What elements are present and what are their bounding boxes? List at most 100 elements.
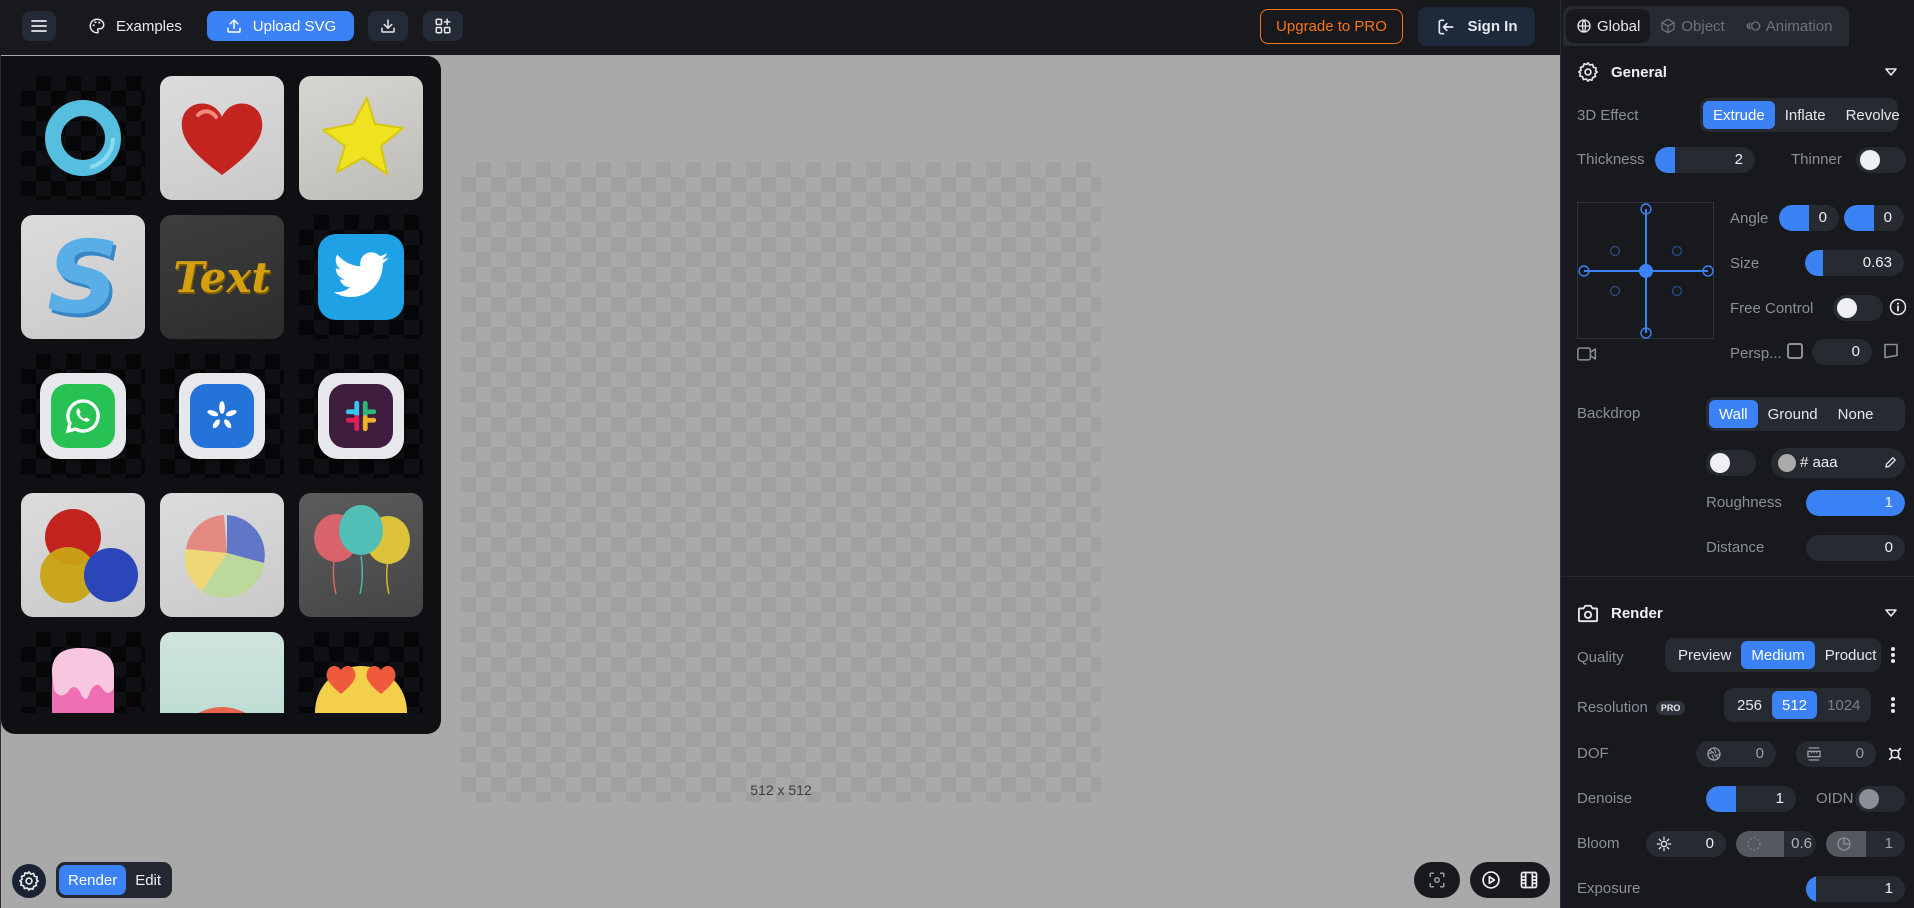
- effect-inflate[interactable]: Inflate: [1775, 101, 1836, 129]
- examples-button[interactable]: Examples: [84, 11, 186, 41]
- upload-svg-button[interactable]: Upload SVG: [207, 11, 354, 41]
- angle-control-pad[interactable]: [1577, 202, 1714, 339]
- color-swatch[interactable]: [1778, 454, 1796, 472]
- download-button[interactable]: [368, 11, 408, 41]
- backdrop-wall[interactable]: Wall: [1709, 400, 1758, 428]
- backdrop-segmented: Wall Ground None: [1706, 397, 1905, 431]
- exposure-slider[interactable]: 1: [1806, 876, 1905, 902]
- effect-revolve[interactable]: Revolve: [1836, 101, 1910, 129]
- top-bar: Examples Upload SVG Upgrade to PRO Sign …: [0, 0, 1560, 55]
- exposure-label: Exposure: [1577, 880, 1641, 897]
- 3d-effect-label: 3D Effect: [1577, 107, 1639, 124]
- denoise-slider[interactable]: 1: [1706, 786, 1796, 812]
- free-control-toggle[interactable]: [1833, 295, 1883, 321]
- bloom-threshold-value: 1: [1884, 835, 1893, 852]
- backdrop-color-field[interactable]: # aaa: [1771, 448, 1905, 478]
- bloom-threshold-slider[interactable]: 1: [1826, 831, 1905, 857]
- bloom-intensity-input[interactable]: 0: [1646, 831, 1726, 857]
- backdrop-toggle[interactable]: [1706, 450, 1756, 476]
- dof-distance-input[interactable]: 0: [1796, 741, 1876, 767]
- upgrade-pro-button[interactable]: Upgrade to PRO: [1260, 9, 1403, 44]
- example-balloons[interactable]: [299, 493, 423, 617]
- film-icon[interactable]: [1519, 870, 1539, 890]
- info-icon[interactable]: [1889, 298, 1907, 316]
- gold-text-glyph: Text: [173, 252, 271, 302]
- denoise-value: 1: [1775, 790, 1784, 807]
- tab-object[interactable]: Object: [1650, 9, 1734, 43]
- menu-button[interactable]: [22, 11, 56, 41]
- backdrop-none[interactable]: None: [1828, 400, 1884, 428]
- example-whatsapp-app[interactable]: [21, 354, 145, 478]
- cube-icon: [1661, 18, 1676, 34]
- example-yelp-app[interactable]: [160, 354, 284, 478]
- more-vertical-icon[interactable]: [1889, 696, 1897, 714]
- angle-pad-graphic: [1578, 203, 1714, 339]
- rainbow-icon: [198, 707, 246, 713]
- example-twitter-logo[interactable]: [299, 215, 423, 339]
- focus-button[interactable]: [1414, 862, 1460, 898]
- resolution-512[interactable]: 512: [1772, 691, 1818, 719]
- render-section-header[interactable]: Render: [1577, 601, 1897, 625]
- thickness-slider[interactable]: 2: [1655, 147, 1755, 173]
- tab-animation[interactable]: Animation: [1735, 9, 1843, 43]
- play-icon[interactable]: [1481, 870, 1501, 890]
- example-gold-text[interactable]: Text: [160, 215, 284, 339]
- quality-medium[interactable]: Medium: [1741, 641, 1815, 669]
- mode-edit[interactable]: Edit: [126, 865, 170, 895]
- color-discs-icon: [40, 509, 138, 603]
- effect-extrude[interactable]: Extrude: [1703, 101, 1775, 129]
- collapse-triangle-icon[interactable]: [1885, 609, 1897, 617]
- render-canvas[interactable]: [461, 162, 1101, 802]
- dof-aperture-input[interactable]: 0: [1696, 741, 1776, 767]
- bloom-radius-slider[interactable]: 0.6: [1736, 831, 1816, 857]
- angle-x-slider[interactable]: 0: [1779, 205, 1839, 231]
- eyedropper-icon[interactable]: [1883, 456, 1897, 470]
- mode-render[interactable]: Render: [59, 865, 127, 895]
- yelp-burst-icon: [207, 401, 237, 429]
- upload-icon: [227, 19, 241, 33]
- roughness-label: Roughness: [1706, 494, 1782, 511]
- distance-slider[interactable]: 0: [1806, 535, 1905, 561]
- thinner-toggle[interactable]: [1856, 147, 1906, 173]
- slack-icon: [345, 400, 377, 432]
- example-letter-s[interactable]: S: [21, 215, 145, 339]
- example-glass-heart[interactable]: [160, 76, 284, 200]
- camera-video-icon[interactable]: [1577, 346, 1597, 362]
- angle-y-slider[interactable]: 0: [1844, 205, 1904, 231]
- quality-preview[interactable]: Preview: [1668, 641, 1741, 669]
- heart-icon: [181, 103, 263, 175]
- sign-in-button[interactable]: Sign In: [1418, 7, 1535, 46]
- size-slider[interactable]: 0.63: [1805, 250, 1904, 276]
- resolution-segmented: 256 512 1024: [1724, 688, 1871, 722]
- example-pie-chart[interactable]: [160, 493, 284, 617]
- focus-target-icon[interactable]: [1886, 745, 1904, 763]
- more-vertical-icon[interactable]: [1889, 646, 1897, 664]
- resolution-256[interactable]: 256: [1727, 691, 1772, 719]
- oidn-toggle[interactable]: [1855, 786, 1905, 812]
- example-heart-eyes-emoji[interactable]: [299, 632, 423, 713]
- example-torus-ring[interactable]: [21, 76, 145, 200]
- example-rainbow[interactable]: [160, 632, 284, 713]
- quality-product[interactable]: Product: [1815, 641, 1887, 669]
- heart-eyes-emoji-icon: [315, 666, 407, 713]
- general-section-header[interactable]: General: [1577, 60, 1897, 84]
- settings-button[interactable]: [12, 864, 46, 898]
- example-slack-app[interactable]: [299, 354, 423, 478]
- examples-grid: S Text: [21, 76, 423, 713]
- perspective-checkbox[interactable]: [1787, 343, 1803, 359]
- mode-toggle: Render Edit: [56, 862, 172, 898]
- perspective-input[interactable]: 0: [1812, 339, 1872, 365]
- example-yellow-star[interactable]: [299, 76, 423, 200]
- thickness-label: Thickness: [1577, 151, 1645, 168]
- tab-object-label: Object: [1681, 17, 1725, 35]
- example-popsicle[interactable]: [21, 632, 145, 713]
- collapse-triangle-icon[interactable]: [1885, 68, 1897, 76]
- resolution-1024[interactable]: 1024: [1817, 691, 1870, 719]
- add-widget-button[interactable]: [423, 11, 463, 41]
- whatsapp-icon: [65, 399, 100, 434]
- tab-global[interactable]: Global: [1566, 9, 1651, 43]
- roughness-slider[interactable]: 1: [1806, 490, 1905, 516]
- example-color-discs[interactable]: [21, 493, 145, 617]
- resolution-label-text: Resolution: [1577, 699, 1648, 716]
- backdrop-ground[interactable]: Ground: [1758, 400, 1828, 428]
